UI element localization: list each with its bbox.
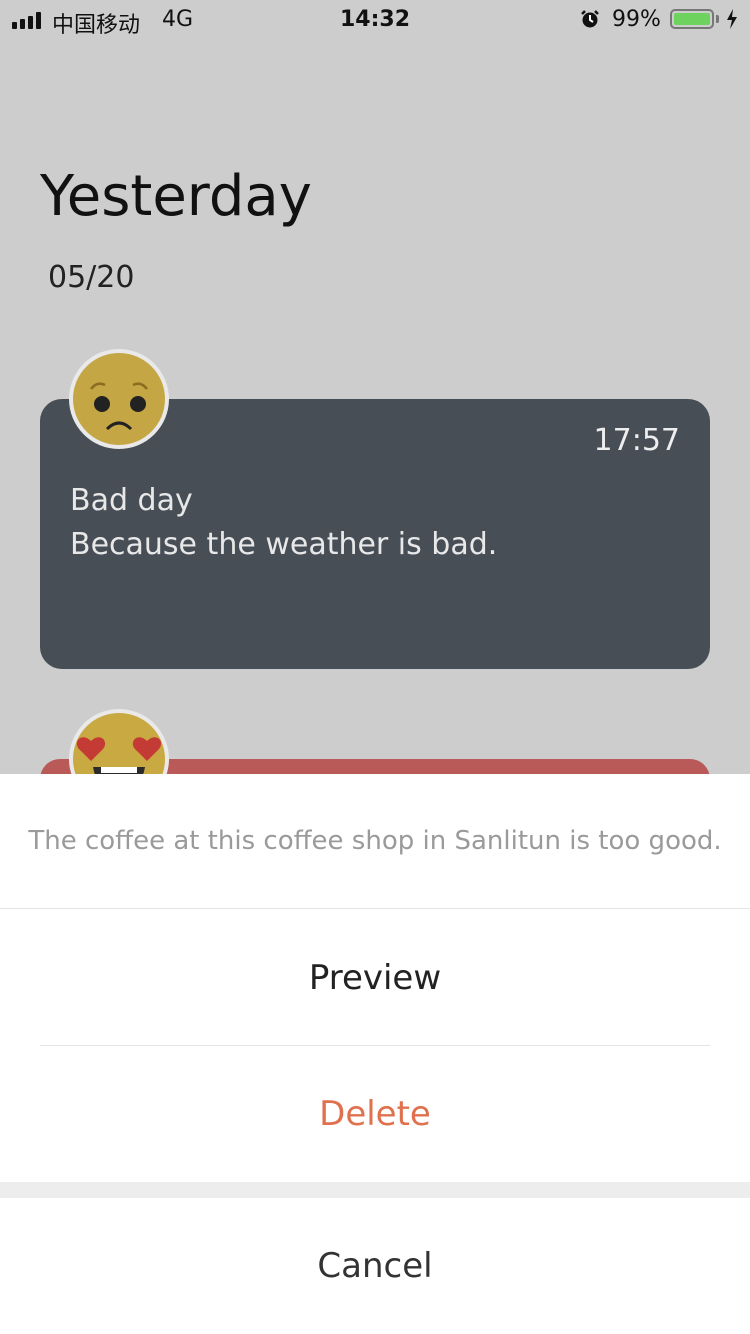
sheet-separator [0,1182,750,1198]
battery-tip [716,15,719,23]
action-sheet: The coffee at this coffee shop in Sanlit… [0,774,750,1334]
preview-button[interactable]: Preview [0,910,750,1046]
battery-icon [670,9,714,29]
sad-face-emoji [69,349,169,449]
alarm-icon [581,10,599,28]
action-sheet-message: The coffee at this coffee shop in Sanlit… [0,774,750,909]
charging-icon [727,9,737,29]
screen: 中国移动 4G 14:32 99% Yesterday 05/20 17:57 … [0,0,750,1334]
delete-button[interactable]: Delete [0,1046,750,1182]
entry-title: Bad day [70,483,193,518]
entry-time: 17:57 [593,423,680,458]
page-title: Yesterday [40,164,312,229]
battery-percent: 99% [612,7,661,32]
status-bar: 中国移动 4G 14:32 99% [0,0,750,40]
cancel-button[interactable]: Cancel [0,1198,750,1334]
entry-text: Because the weather is bad. [70,527,498,562]
page-date: 05/20 [48,260,135,295]
battery-fill [674,13,710,25]
